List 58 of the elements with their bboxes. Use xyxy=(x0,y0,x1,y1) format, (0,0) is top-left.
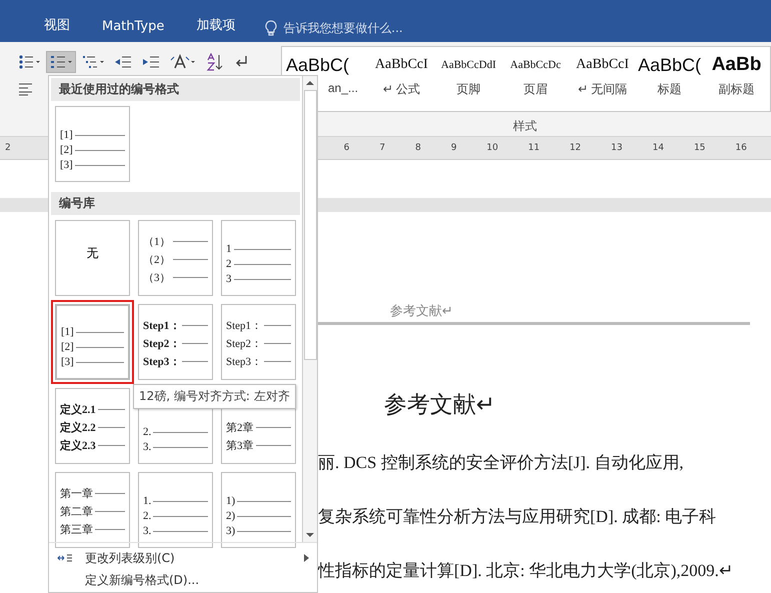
ruler-number: 11 xyxy=(528,143,540,153)
menu-item[interactable]: 更改列表级别(C) xyxy=(49,547,317,569)
numbering-format-option[interactable]: 1 2 3 xyxy=(221,220,296,296)
ruler-number: 6 xyxy=(344,143,350,153)
ruler-number: 13 xyxy=(611,143,622,153)
numbering-format-option[interactable]: Step1： Step2： Step3： xyxy=(221,304,296,380)
numbering-format-option[interactable]: 1. 2. 3. xyxy=(138,472,213,548)
group-label: 样式 xyxy=(513,118,537,135)
numbering-format-option[interactable]: 无 xyxy=(55,220,130,296)
tooltip: 12磅, 编号对齐方式: 左对齐 xyxy=(133,384,296,409)
ruler-number: 16 xyxy=(735,143,747,153)
align-left-icon[interactable] xyxy=(18,82,34,96)
style-item[interactable]: AaBb 副标题 xyxy=(703,47,770,111)
document-heading: 参考文献↵ xyxy=(384,391,495,419)
ribbon-tab[interactable]: 视图 xyxy=(30,14,84,36)
bullet-list-icon xyxy=(18,54,40,70)
multilevel-list-icon xyxy=(82,54,104,70)
reference-text: 复杂系统可靠性分析方法与应用研究[D]. 成都: 电子科 xyxy=(318,506,716,528)
scroll-down-icon[interactable] xyxy=(306,532,314,538)
section-header: 编号库 xyxy=(51,192,300,215)
style-item[interactable]: AaBbC( 标题 xyxy=(636,47,703,111)
style-item[interactable]: AaBbCcDc 页眉 xyxy=(502,47,569,111)
scroll-up-icon[interactable] xyxy=(306,80,314,86)
numbering-format-option[interactable]: 1) 2) 3) xyxy=(221,472,296,548)
reference-text: 性指标的定量计算[D]. 北京: 华北电力大学(北京),2009.↵ xyxy=(318,560,733,582)
list-level-icon xyxy=(57,553,73,563)
letter-a-arrows-icon xyxy=(170,54,196,70)
page-header-text: 参考文献↵ xyxy=(390,303,453,320)
ruler-number: 15 xyxy=(694,143,706,153)
lightbulb-icon xyxy=(265,20,278,36)
numbering-format-option[interactable]: 第一章 第二章 第三章 xyxy=(55,472,130,548)
ribbon-tab[interactable]: 加载项 xyxy=(182,14,250,36)
menu-item[interactable]: 定义新编号格式(D)... xyxy=(49,569,317,591)
decrease-indent-icon xyxy=(114,54,132,70)
ruler-number: 14 xyxy=(652,143,664,153)
style-item[interactable]: AaBbCcI ↵ 公式 xyxy=(368,47,435,111)
increase-indent-icon xyxy=(142,54,160,70)
ruler-number: 7 xyxy=(379,143,386,153)
sort-icon xyxy=(206,53,224,71)
numbering-format-option[interactable]: （1） （2） （3） xyxy=(138,220,213,296)
scrollbar[interactable] xyxy=(302,76,317,542)
ruler-number: 10 xyxy=(486,143,498,153)
ribbon-tab[interactable]: MathType xyxy=(88,17,178,36)
tell-me-field[interactable]: 告诉我您想要做什么... xyxy=(265,20,486,36)
ruler-number: 9 xyxy=(450,143,457,153)
numbering-format-option[interactable]: Step1： Step2： Step3： xyxy=(138,304,213,380)
submenu-arrow-icon xyxy=(304,554,309,562)
numbering-format-option[interactable]: [1] [2] [3] xyxy=(55,106,130,182)
ruler-number: 2 xyxy=(5,143,11,153)
numbered-list-icon xyxy=(50,54,72,70)
style-item[interactable]: AaBbCcDdI 页脚 xyxy=(435,47,502,111)
numbering-format-option[interactable]: 定义2.1 定义2.2 定义2.3 xyxy=(55,388,130,464)
ruler-number: 12 xyxy=(570,143,582,153)
reference-text: 丽. DCS 控制系统的安全评价方法[J]. 自动化应用, xyxy=(318,452,684,474)
ruler-number: 8 xyxy=(415,143,421,153)
section-header: 最近使用过的编号格式 xyxy=(51,78,300,101)
toolbar-button[interactable] xyxy=(46,51,76,73)
style-item[interactable]: AaBbCcI ↵ 无间隔 xyxy=(569,47,636,111)
